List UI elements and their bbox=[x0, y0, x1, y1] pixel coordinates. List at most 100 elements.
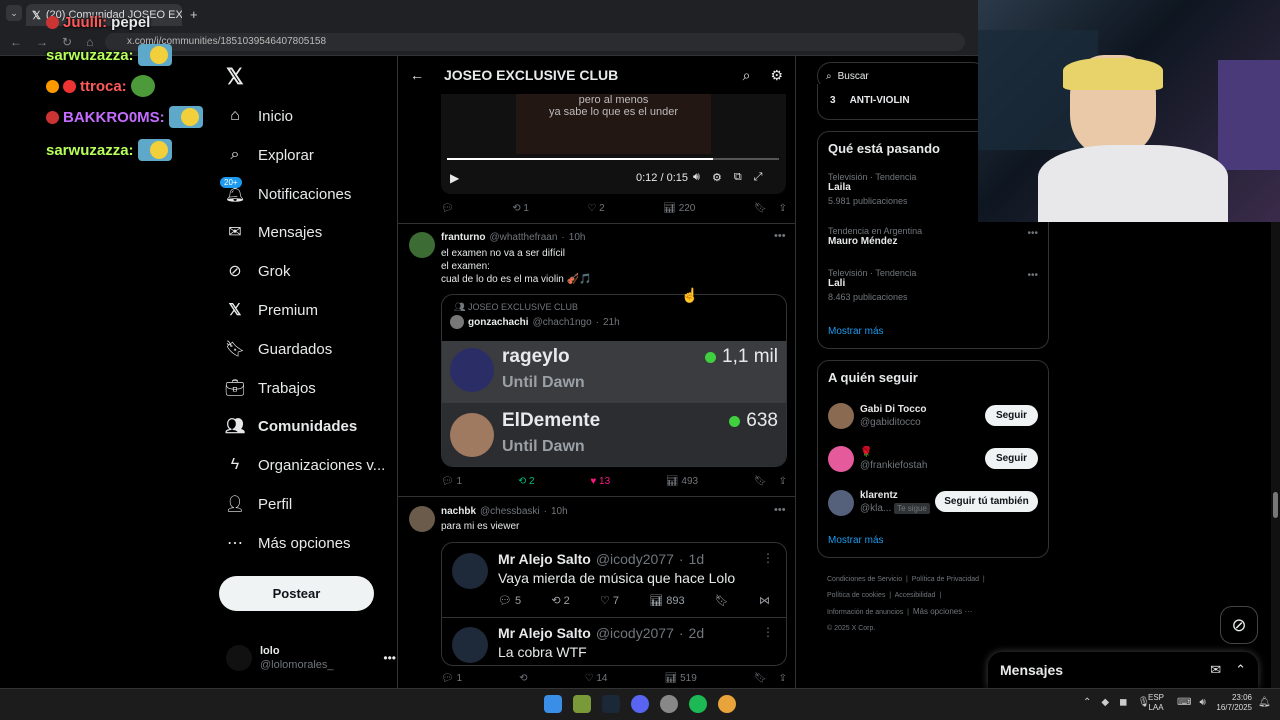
more-icon[interactable]: ••• bbox=[1027, 228, 1038, 239]
quoted-post[interactable]: 👥︎ JOSEO EXCLUSIVE CLUB gonzachachi @cha… bbox=[441, 294, 787, 467]
trend-item[interactable]: Televisión · Tendencia Lali 8.463 publicac… bbox=[828, 268, 916, 302]
nav-item-explorar[interactable]: ⌕ Explorar bbox=[226, 138, 396, 172]
nav-item-premium[interactable]: 𝕏 Premium bbox=[226, 293, 396, 327]
volume-icon[interactable]: 🔊︎ bbox=[693, 171, 700, 184]
retweet-button[interactable]: ⟲ bbox=[519, 673, 527, 684]
notification-bell-icon[interactable]: 🔔︎ bbox=[1258, 697, 1271, 708]
like-button[interactable]: ♡ 2 bbox=[587, 203, 604, 214]
author-handle[interactable]: @whatthefraan bbox=[489, 232, 557, 243]
views-button[interactable]: 📊︎ 493 bbox=[666, 476, 698, 487]
post-time[interactable]: 10h bbox=[551, 506, 568, 517]
avatar[interactable] bbox=[828, 403, 854, 429]
avatar[interactable] bbox=[409, 506, 435, 532]
author-name[interactable]: nachbk bbox=[441, 506, 476, 517]
bookmark-icon[interactable]: 🔖︎ bbox=[754, 673, 767, 684]
like-button[interactable]: ♥ 13 bbox=[590, 476, 610, 487]
pinned-item[interactable]: 3 ANTI-VIOLIN bbox=[830, 95, 910, 106]
show-more-link[interactable]: Mostrar más bbox=[828, 535, 884, 546]
obs-icon[interactable] bbox=[660, 695, 678, 713]
retweet-button[interactable]: ⟲ 1 bbox=[512, 203, 529, 214]
more-icon[interactable]: ••• bbox=[774, 504, 786, 516]
avatar[interactable] bbox=[828, 446, 854, 472]
bookmark-icon[interactable]: 🔖︎ bbox=[754, 476, 767, 487]
scrollbar-thumb[interactable] bbox=[1273, 492, 1278, 518]
video-progress-track[interactable] bbox=[447, 158, 779, 160]
nav-item-mas-opciones[interactable]: ⋯ Más opciones bbox=[226, 526, 396, 560]
pip-icon[interactable]: ⧉ bbox=[734, 171, 742, 184]
avatar[interactable] bbox=[409, 232, 435, 258]
author-name[interactable]: franturno bbox=[441, 232, 485, 243]
retweet-button[interactable]: ⟲ 2 bbox=[551, 594, 569, 607]
grok-float-button[interactable]: ⊘ bbox=[1220, 606, 1258, 644]
discord-icon[interactable] bbox=[631, 695, 649, 713]
spotify-icon[interactable] bbox=[689, 695, 707, 713]
account-switcher[interactable]: lolo @lolomorales_ ••• bbox=[226, 642, 396, 674]
nav-item-organizaciones[interactable]: ϟ Organizaciones v... bbox=[226, 448, 396, 482]
start-icon[interactable] bbox=[544, 695, 562, 713]
nav-item-guardados[interactable]: 🔖︎ Guardados bbox=[225, 332, 396, 366]
steam-icon[interactable] bbox=[602, 695, 620, 713]
compose-message-icon[interactable]: ✉ bbox=[1210, 662, 1221, 678]
footer-link[interactable]: Información de anuncios bbox=[827, 609, 903, 616]
speaker-icon[interactable]: 🔊︎ bbox=[1199, 697, 1205, 708]
reply-button[interactable]: 💬︎ 5 bbox=[498, 594, 521, 607]
post-time[interactable]: 10h bbox=[569, 232, 586, 243]
nav-item-perfil[interactable]: 👤︎ Perfil bbox=[225, 487, 396, 521]
more-icon[interactable]: ••• bbox=[1027, 270, 1038, 281]
tab-search-icon[interactable]: ⌄ bbox=[6, 5, 22, 21]
follow-button[interactable]: Seguir bbox=[985, 448, 1038, 469]
scrollbar[interactable] bbox=[1271, 222, 1280, 688]
follow-back-button[interactable]: Seguir tú también bbox=[935, 491, 1038, 512]
post-button[interactable]: Postear bbox=[219, 576, 374, 611]
avatar[interactable] bbox=[828, 490, 854, 516]
nav-item-grok[interactable]: ⊘ Grok bbox=[226, 254, 396, 288]
author-handle[interactable]: @chessbaski bbox=[480, 506, 540, 517]
messages-drawer[interactable]: Mensajes ✉ ⌃ bbox=[988, 652, 1258, 688]
user-name[interactable]: klarentz bbox=[860, 489, 930, 502]
more-vertical-icon[interactable]: ⋮ bbox=[762, 551, 774, 565]
nav-item-inicio[interactable]: ⌂ Inicio bbox=[226, 99, 396, 133]
like-button[interactable]: ♡ 7 bbox=[600, 594, 619, 607]
bookmark-icon[interactable]: 🔖︎ bbox=[754, 203, 767, 214]
network-icon[interactable]: ⌨ bbox=[1177, 697, 1191, 708]
bookmark-icon[interactable]: 🔖︎ bbox=[715, 594, 729, 607]
nav-item-comunidades[interactable]: 👥︎ Comunidades bbox=[225, 409, 396, 443]
back-arrow-icon[interactable]: ← bbox=[410, 67, 424, 83]
nav-item-notificaciones[interactable]: 🔔︎ 20+ Notificaciones bbox=[220, 177, 396, 211]
new-tab-icon[interactable]: + bbox=[190, 7, 198, 22]
more-vertical-icon[interactable]: ⋮ bbox=[762, 625, 774, 639]
reply-icon[interactable]: 💬︎ bbox=[441, 203, 454, 214]
play-icon[interactable]: ▶ bbox=[450, 171, 459, 185]
footer-link[interactable]: Política de cookies bbox=[827, 592, 885, 599]
gear-icon[interactable]: ⚙ bbox=[770, 67, 783, 84]
views-button[interactable]: 📊︎ 893 bbox=[649, 594, 684, 607]
like-button[interactable]: ♡ 14 bbox=[585, 673, 608, 684]
trend-item[interactable]: Tendencia en Argentina Mauro Méndez bbox=[828, 226, 922, 247]
language-indicator[interactable]: ESP LAA bbox=[1148, 693, 1164, 713]
x-logo-icon[interactable]: 𝕏 bbox=[226, 64, 244, 90]
minecraft-icon[interactable] bbox=[573, 695, 591, 713]
share-icon[interactable]: ⇪ bbox=[779, 203, 787, 214]
footer-link[interactable]: Más opciones ··· bbox=[913, 607, 973, 616]
follow-button[interactable]: Seguir bbox=[985, 405, 1038, 426]
share-icon[interactable]: ⇪ bbox=[779, 673, 787, 684]
reply-button[interactable]: 💬︎ 1 bbox=[441, 673, 462, 684]
share-icon[interactable]: ⋈ bbox=[759, 594, 770, 607]
footer-link[interactable]: Accesibilidad bbox=[895, 592, 936, 599]
chrome-icon[interactable] bbox=[718, 695, 736, 713]
chevron-up-icon[interactable]: ⌃ bbox=[1083, 697, 1091, 708]
search-icon[interactable]: ⌕ bbox=[743, 67, 751, 84]
quoted-thread[interactable]: Mr Alejo Salto @icody2077 · 1d ⋮ Vaya mi… bbox=[441, 542, 787, 666]
reply-button[interactable]: 💬︎ 1 bbox=[441, 476, 462, 487]
retweet-button[interactable]: ⟲ 2 bbox=[518, 476, 535, 487]
footer-link[interactable]: Política de Privacidad bbox=[912, 576, 979, 583]
nav-item-trabajos[interactable]: 💼︎ Trabajos bbox=[225, 371, 396, 405]
user-name[interactable]: 🌹 bbox=[860, 446, 927, 459]
tray-app-icon[interactable]: ◼ bbox=[1119, 697, 1127, 708]
tray-app-icon[interactable]: ◆ bbox=[1101, 697, 1109, 708]
more-icon[interactable]: ••• bbox=[774, 230, 786, 242]
fullscreen-icon[interactable]: ⤢ bbox=[754, 171, 763, 184]
more-icon[interactable]: ••• bbox=[383, 651, 396, 665]
show-more-link[interactable]: Mostrar más bbox=[828, 326, 884, 337]
user-name[interactable]: Gabi Di Tocco bbox=[860, 403, 927, 416]
